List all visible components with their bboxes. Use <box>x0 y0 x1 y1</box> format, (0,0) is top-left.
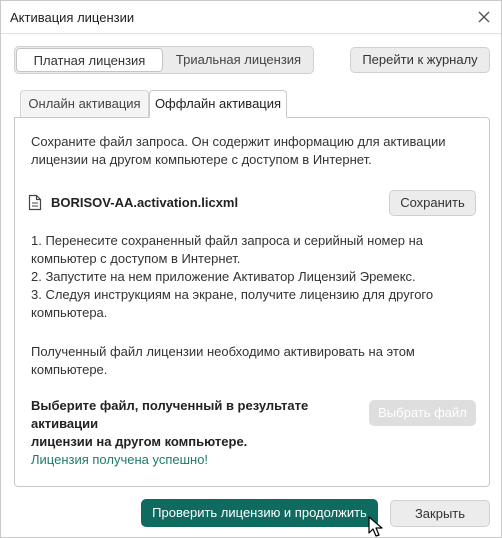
intro-line: Сохраните файл запроса. Он содержит инфо… <box>31 134 446 149</box>
license-activation-dialog: Активация лицензии Платная лицензия Триа… <box>0 0 502 538</box>
note-line: компьютере. <box>31 362 108 377</box>
status-message: Лицензия получена успешно! <box>31 452 209 467</box>
instruction-line: 2. Запустите на нем приложение Активатор… <box>31 269 416 284</box>
intro-line: лицензии на другом компьютере с доступом… <box>31 152 372 167</box>
paid-license-option[interactable]: Платная лицензия <box>16 48 163 72</box>
choose-label-line: Выберите файл, полученный в результате а… <box>31 398 309 431</box>
close-icon[interactable] <box>474 7 494 27</box>
instruction-line: 1. Перенесите сохраненный файл запроса и… <box>31 233 423 248</box>
title-bar: Активация лицензии <box>1 1 501 34</box>
save-button[interactable]: Сохранить <box>389 190 476 216</box>
instructions-text: 1. Перенесите сохраненный файл запроса и… <box>31 232 471 322</box>
window-title: Активация лицензии <box>10 10 135 25</box>
choose-file-label: Выберите файл, полученный в результате а… <box>31 397 361 451</box>
verify-and-continue-button[interactable]: Проверить лицензию и продолжить <box>141 499 378 527</box>
note-line: Полученный файл лицензии необходимо акти… <box>31 344 415 359</box>
request-file-name: BORISOV-AA.activation.licxml <box>51 195 239 210</box>
license-type-switch: Платная лицензия Триальная лицензия <box>14 46 314 74</box>
trial-license-option[interactable]: Триальная лицензия <box>165 48 312 72</box>
tab-offline-activation[interactable]: Оффлайн активация <box>149 90 287 118</box>
choose-file-button[interactable]: Выбрать файл <box>369 400 476 426</box>
intro-text: Сохраните файл запроса. Он содержит инфо… <box>31 133 471 169</box>
choose-label-line: лицензии на другом компьютере. <box>31 434 248 449</box>
file-icon <box>28 194 42 211</box>
tab-online-activation[interactable]: Онлайн активация <box>20 90 149 118</box>
instruction-line: компьютера. <box>31 305 108 320</box>
activation-note: Полученный файл лицензии необходимо акти… <box>31 343 471 379</box>
instruction-line: 3. Следуя инструкциям на экране, получит… <box>31 287 434 302</box>
instruction-line: компьютер с доступом в Интернет. <box>31 251 241 266</box>
go-to-journal-button[interactable]: Перейти к журналу <box>350 47 490 73</box>
mouse-cursor-icon <box>368 516 384 538</box>
close-button[interactable]: Закрыть <box>390 500 490 527</box>
